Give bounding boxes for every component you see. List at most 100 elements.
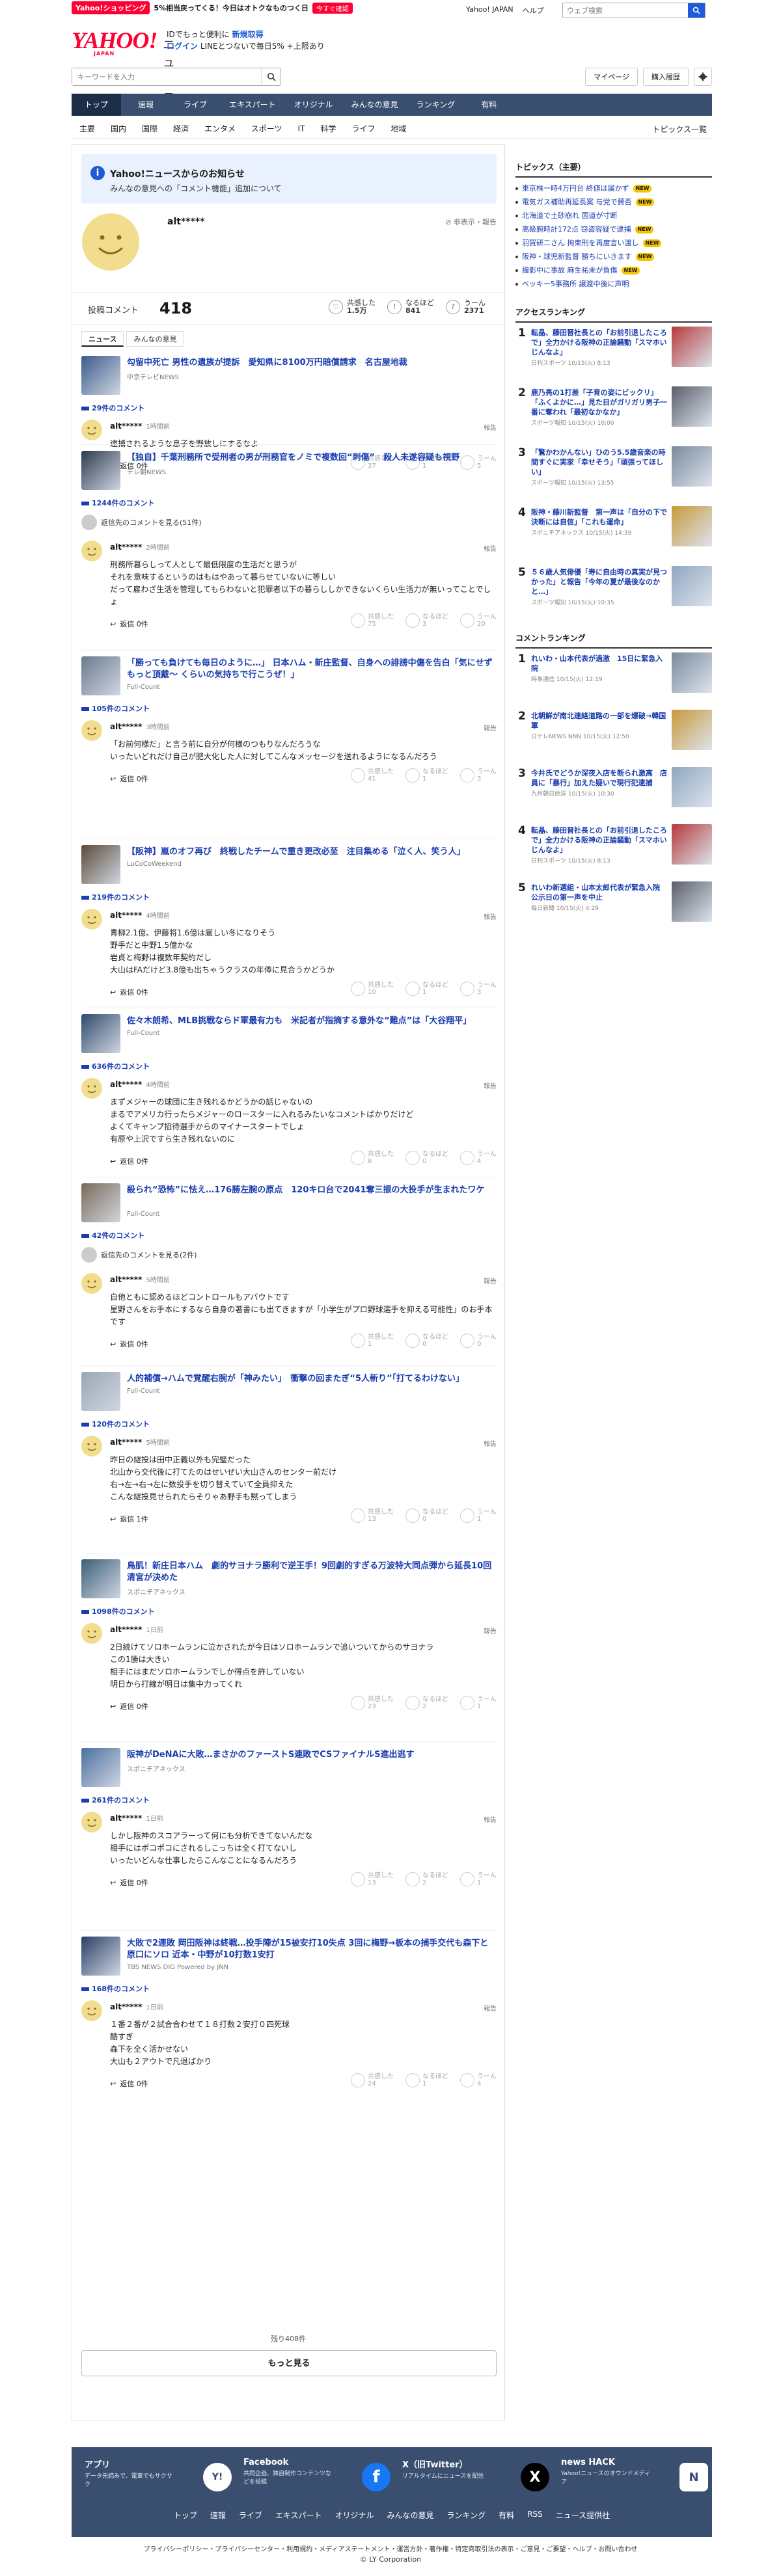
footer-nav-live[interactable]: ライブ: [239, 2510, 262, 2521]
reaction-hmm-button[interactable]: うーん 4: [460, 1151, 497, 1165]
article-thumbnail[interactable]: [81, 656, 120, 695]
topic-item[interactable]: ベッキー5事務所 譲渡中後に声明: [515, 277, 712, 291]
nav-live[interactable]: ライブ: [171, 94, 220, 116]
article-thumbnail[interactable]: [81, 1559, 120, 1598]
rank-title[interactable]: 鹿乃亮の1打差「子育の姿にビックリ」「ふくよかに…」見た目がガリガリ男子一番に奪…: [531, 388, 668, 417]
commenter-name[interactable]: alt***** 3時間前: [110, 721, 170, 731]
ranking-item[interactable]: 5 れいわ新選組・山本太郎代表が緊急入院 公示日の第一声を中止 毎日新聞 10/15…: [515, 881, 712, 939]
reaction-hmm-button[interactable]: うーん 4: [460, 2073, 497, 2087]
footer-nav-original[interactable]: オリジナル: [335, 2510, 374, 2521]
commenter-name[interactable]: alt***** 1日前: [110, 1624, 163, 1634]
commenter-name[interactable]: alt***** 1日前: [110, 2002, 163, 2011]
topic-text[interactable]: 電気ガス補助再延長案 与党で賛否: [522, 195, 632, 209]
reply-button[interactable]: ↩ 返信 1件: [110, 1514, 148, 1524]
rank-thumbnail[interactable]: [672, 446, 712, 487]
article-thumbnail[interactable]: [81, 1748, 120, 1787]
reaction-insightful-button[interactable]: なるほど 0: [405, 1151, 448, 1165]
topic-text[interactable]: 羽賀研二さん 拘束刑を再度言い渡し: [522, 236, 639, 250]
comment-count-link[interactable]: 29件のコメント: [81, 403, 144, 413]
ranking-item[interactable]: 2 北朝鮮が南北連絡道路の一部を爆破→韓国軍 日テレNEWS NNN 10/15(火…: [515, 710, 712, 767]
report-link[interactable]: 報告: [484, 1626, 497, 1635]
article-title[interactable]: 佐々木朗希、MLB挑戦ならド軍最有力も 米記者が指摘する意外な“難点”は「大谷翔…: [127, 1015, 495, 1027]
reply-button[interactable]: ↩ 返信 0件: [110, 987, 148, 997]
reply-button[interactable]: ↩ 返信 0件: [110, 1156, 148, 1166]
reaction-insightful-button[interactable]: なるほど 1: [405, 768, 448, 783]
yahoo-japan-link[interactable]: Yahoo! JAPAN: [466, 5, 514, 16]
notice-link[interactable]: みんなの意見への「コメント機能」追加について: [110, 183, 282, 194]
article-thumbnail[interactable]: [81, 1014, 120, 1053]
reply-button[interactable]: ↩ 返信 0件: [110, 2078, 148, 2089]
reaction-insightful-button[interactable]: なるほど 0: [405, 1509, 448, 1523]
article-thumbnail[interactable]: [81, 1183, 120, 1222]
tab-news[interactable]: ニュース: [81, 331, 124, 347]
topic-item[interactable]: 撮影中に事故 麻生祐未が負傷 NEW: [515, 263, 712, 277]
nav-top[interactable]: トップ: [72, 94, 121, 116]
commenter-name[interactable]: alt***** 1日前: [110, 1813, 163, 1823]
comment-count-link[interactable]: 1244件のコメント: [81, 498, 155, 508]
topic-item[interactable]: 羽賀研二さん 拘束刑を再度言い渡し NEW: [515, 236, 712, 250]
topic-text[interactable]: 撮影中に事故 麻生祐未が負傷: [522, 263, 618, 277]
rank-thumbnail[interactable]: [672, 767, 712, 807]
reaction-empathy-button[interactable]: 共感した 75: [351, 613, 394, 628]
subnav-science[interactable]: 科学: [312, 123, 344, 134]
reply-button[interactable]: ↩ 返信 0件: [110, 773, 148, 784]
load-more-button[interactable]: もっと見る: [81, 2350, 497, 2376]
subnav-local[interactable]: 地域: [383, 123, 414, 134]
rank-thumbnail[interactable]: [672, 710, 712, 750]
footer-app[interactable]: アプリ データ先読みで、電車でもサクサク Y!: [85, 2458, 241, 2497]
comment-count-link[interactable]: 219件のコメント: [81, 892, 150, 902]
report-link[interactable]: 報告: [484, 1276, 497, 1285]
footer-nav-expert[interactable]: エキスパート: [275, 2510, 322, 2521]
reaction-hmm-button[interactable]: うーん 1: [460, 1696, 497, 1710]
footer-x[interactable]: X（旧Twitter） リアルタイムにニュースを配信 X: [402, 2458, 558, 2497]
article-title[interactable]: 阪神がDeNAに大敗…まさかのファーストS連敗でCSファイナルS進出逃す: [127, 1749, 495, 1761]
footer-nav-providers[interactable]: ニュース提供社: [556, 2510, 610, 2521]
topic-item[interactable]: 東京株一時4万円台 終値は届かず NEW: [515, 181, 712, 195]
rank-thumbnail[interactable]: [672, 327, 712, 367]
commenter-name[interactable]: alt***** 4時間前: [110, 1079, 170, 1089]
rank-title[interactable]: 阪神・藤川新監督 第一声は「自分の下で決断には自信」「これも運命」: [531, 507, 668, 527]
reaction-insightful-button[interactable]: なるほど 3: [405, 613, 448, 628]
comment-count-link[interactable]: 636件のコメント: [81, 1061, 150, 1071]
rank-thumbnail[interactable]: [672, 386, 712, 427]
reaction-hmm-button[interactable]: うーん 1: [460, 1509, 497, 1523]
web-search-input[interactable]: [563, 3, 687, 18]
rank-title[interactable]: 北朝鮮が南北連絡道路の一部を爆破→韓国軍: [531, 711, 668, 731]
footer-nav-top[interactable]: トップ: [174, 2510, 197, 2521]
ranking-item[interactable]: 1 れいわ・山本代表が過激 15日に緊急入院 時事通信 10/15(火) 12:19: [515, 652, 712, 710]
reaction-empathy-button[interactable]: 共感した 8: [351, 1151, 394, 1165]
article-title[interactable]: 【独自】千葉刑務所で受刑者の男が刑務官をノミで複数回“刺傷” 殺人未遂容疑も視野: [127, 452, 495, 464]
line-promo-text[interactable]: LINEとつないで毎日5% +上限あり: [200, 42, 325, 51]
register-link[interactable]: 新規取得: [232, 30, 264, 39]
article-thumbnail[interactable]: [81, 845, 120, 884]
reaction-hmm-button[interactable]: うーん 1: [460, 1872, 497, 1886]
yahoo-news-logo[interactable]: YAHOO! JAPAN ニュース: [72, 29, 175, 105]
rank-title[interactable]: れいわ・山本代表が過激 15日に緊急入院: [531, 654, 668, 673]
ranking-item[interactable]: 4 阪神・藤川新監督 第一声は「自分の下で決断には自信」「これも運命」 スポニチアネ…: [515, 506, 712, 563]
article-title[interactable]: 殺られ“恐怖”に怯え…176勝左腕の原点 120キロ台で2041奪三振の大投手が…: [127, 1185, 495, 1196]
search-icon[interactable]: [261, 68, 281, 85]
report-link[interactable]: 報告: [484, 543, 497, 553]
article-title[interactable]: 人的補償→ハムで覚醒右腕が「神みたい」 衝撃の回またぎ“5人斬り”「打てるわけな…: [127, 1373, 495, 1385]
article-title[interactable]: 勾留中死亡 男性の遺族が提訴 愛知県に8100万円賠償請求 名古屋地裁: [127, 357, 495, 369]
reaction-empathy-button[interactable]: 共感した 23: [351, 1696, 394, 1710]
news-search-input[interactable]: [72, 68, 261, 85]
article-title[interactable]: 大敗で2連敗 岡田阪神は終戦…投手陣が15被安打10失点 3回に梅野→板本の捕手…: [127, 1938, 495, 1961]
subnav-it[interactable]: IT: [290, 124, 312, 133]
footer-nav-rss[interactable]: RSS: [527, 2510, 543, 2521]
reaction-hmm-button[interactable]: うーん 3: [460, 768, 497, 783]
nav-original[interactable]: オリジナル: [285, 94, 342, 116]
footer-nav-breaking[interactable]: 速報: [210, 2510, 226, 2521]
nav-paid[interactable]: 有料: [464, 94, 514, 116]
comment-count-link[interactable]: 42件のコメント: [81, 1230, 144, 1241]
footer-nav-paid[interactable]: 有料: [499, 2510, 514, 2521]
report-link[interactable]: 報告: [484, 911, 497, 921]
footer-nav-opinions[interactable]: みんなの意見: [387, 2510, 434, 2521]
nav-ranking[interactable]: ランキング: [407, 94, 465, 116]
show-parent-comments[interactable]: 返信先のコメントを見る(2件): [81, 1247, 197, 1263]
nav-opinions[interactable]: みんなの意見: [342, 94, 407, 116]
ranking-item[interactable]: 2 鹿乃亮の1打差「子育の姿にビックリ」「ふくよかに…」見た目がガリガリ男子一番に…: [515, 386, 712, 444]
report-link[interactable]: 報告: [484, 1080, 497, 1090]
rank-title[interactable]: 今井氏でどうか深夜入店を断られ激高 店員に「暴行」加えた疑いで現行犯逮捕: [531, 768, 668, 788]
commenter-name[interactable]: alt***** 5時間前: [110, 1274, 170, 1284]
